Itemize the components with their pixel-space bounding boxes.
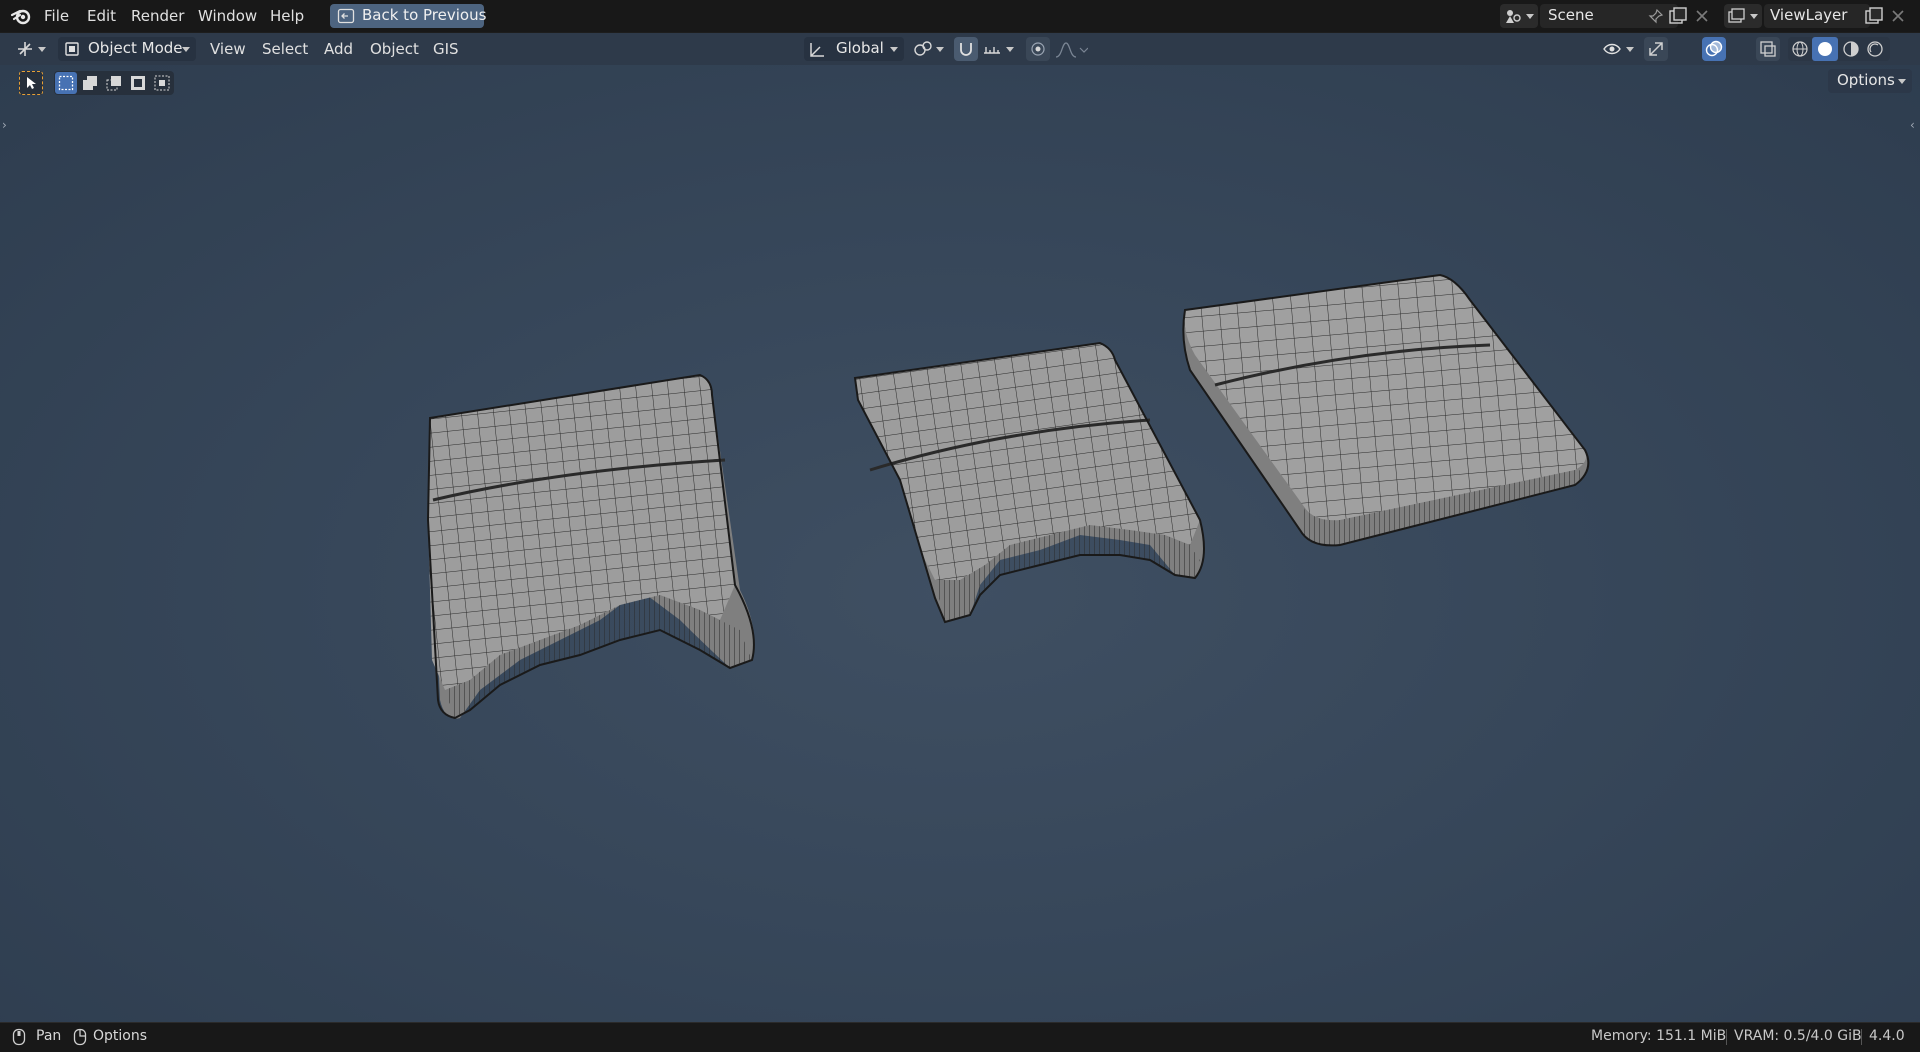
top-bar: File Edit Render Window Help Back to Pre… [0,0,1920,32]
menu-add[interactable]: Add [324,33,353,65]
new-view-layer-icon[interactable] [1864,6,1884,26]
transform-orientation-icon [810,43,824,57]
scene-meshes [426,273,1590,720]
mouse-middle-icon [12,1028,26,1046]
cushion-mesh-1[interactable] [426,373,755,720]
snap-toggle[interactable] [954,37,978,61]
solid-shading-button[interactable] [1812,37,1838,61]
3d-viewport[interactable]: Options › ‹ [0,65,1920,1022]
visibility-icon [1603,43,1621,55]
menu-edit[interactable]: Edit [87,0,116,32]
xray-icon [1760,41,1776,57]
blender-logo-icon[interactable] [10,6,34,26]
back-to-previous-label: Back to Previous [362,6,487,24]
back-icon [337,8,355,24]
snap-increment-icon [984,47,1000,54]
view-layer-type-dropdown[interactable] [1724,4,1762,28]
vram-usage: VRAM: 0.5/4.0 GiB [1734,1028,1862,1044]
object-mode-dropdown[interactable]: Object Mode [58,37,196,61]
snap-icon [960,43,972,56]
blender-version: 4.4.0 [1869,1028,1905,1044]
menu-help[interactable]: Help [270,0,304,32]
status-options: Options [93,1028,148,1044]
back-to-previous-button[interactable]: Back to Previous [330,4,487,28]
xray-toggle[interactable] [1756,37,1780,61]
menu-render[interactable]: Render [131,0,184,32]
shading-mode-group [1788,37,1890,61]
transform-orientation-dropdown[interactable]: Global [804,37,904,61]
object-mode-icon [65,42,79,56]
object-mode-label: Object Mode [88,39,183,57]
scene-name-field[interactable]: Scene [1540,4,1678,28]
cushion-mesh-2[interactable] [853,341,1205,624]
view-layer-field[interactable]: ViewLayer [1764,4,1870,28]
scene-name: Scene [1548,6,1594,24]
viewport-header: Object Mode View Select Add Object GIS G… [0,33,1920,85]
cushion-mesh-3[interactable] [1182,273,1590,547]
scene-icon [1506,10,1521,23]
menu-view[interactable]: View [210,33,246,65]
scene-type-dropdown[interactable] [1500,4,1538,28]
visibility-dropdown[interactable] [1600,37,1636,61]
rendered-shading-icon[interactable] [1866,40,1884,58]
view-layer-icon [1728,8,1745,23]
editor-type-icon [18,42,32,56]
menu-select[interactable]: Select [262,33,308,65]
orientation-label: Global [836,39,884,57]
editor-type-dropdown[interactable] [12,37,50,61]
menu-object[interactable]: Object [370,33,419,65]
solid-shading-icon [1818,42,1832,56]
pivot-icon [914,41,932,56]
delete-view-layer-icon[interactable] [1890,8,1906,24]
mouse-right-icon [73,1028,87,1046]
pin-icon[interactable] [1648,8,1664,24]
new-scene-icon[interactable] [1668,6,1688,26]
falloff-icon[interactable] [1054,41,1088,59]
pivot-dropdown[interactable] [910,37,946,61]
gizmo-toggle[interactable] [1644,37,1668,61]
menu-gis[interactable]: GIS [433,33,459,65]
status-bar: Pan Options Memory: 151.1 MiB VRAM: 0.5/… [0,1022,1920,1052]
wireframe-shading-icon[interactable] [1791,40,1809,58]
gizmo-icon [1649,42,1663,56]
delete-icon[interactable] [1694,8,1710,24]
menu-file[interactable]: File [44,0,69,32]
status-pan: Pan [36,1028,62,1044]
overlay-icon [1705,40,1723,57]
overlay-toggle[interactable] [1702,37,1726,61]
proportional-edit-icon [1031,42,1045,56]
menu-window[interactable]: Window [198,0,257,32]
material-shading-icon[interactable] [1842,40,1860,58]
memory-usage: Memory: 151.1 MiB [1591,1028,1727,1044]
view-layer-name: ViewLayer [1770,6,1848,24]
proportional-edit-toggle[interactable] [1026,37,1050,61]
snap-target-dropdown[interactable] [980,37,1016,61]
